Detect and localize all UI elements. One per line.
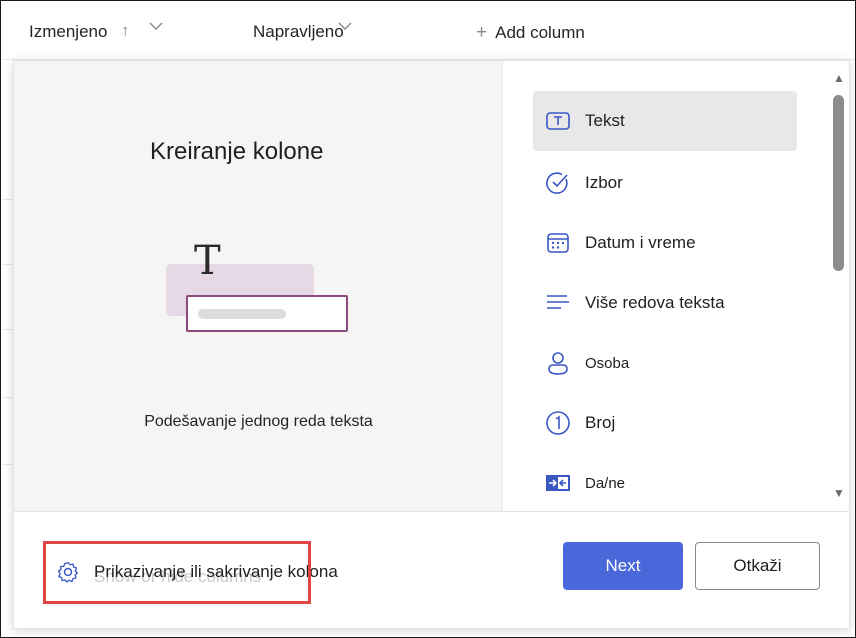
- plus-icon: +: [476, 22, 488, 43]
- column-type-label: Tekst: [585, 111, 625, 130]
- column-type-list: Tekst Izbor Datum i vreme Više redova te…: [504, 61, 828, 511]
- app-frame: Izmenjeno ↑ Napravljeno + Add column Krei…: [0, 0, 856, 638]
- scroll-down-arrow-icon[interactable]: ▼: [832, 486, 846, 500]
- show-hide-columns-button[interactable]: Prikazivanje ili sakrivanje kolona: [56, 558, 338, 586]
- column-type-label: Izbor: [585, 173, 623, 192]
- column-type-date-time[interactable]: Datum i vreme: [533, 213, 797, 273]
- column-type-number[interactable]: Broj: [533, 393, 797, 453]
- text-glyph-icon: T: [194, 238, 221, 284]
- person-icon: [545, 350, 571, 376]
- chevron-down-icon[interactable]: [148, 18, 164, 34]
- number-icon: [545, 410, 571, 436]
- calendar-icon: [545, 230, 571, 256]
- column-header-created[interactable]: Napravljeno: [253, 22, 344, 42]
- column-header-modified[interactable]: Izmenjeno: [29, 22, 107, 42]
- panel-title: Kreiranje kolone: [150, 138, 324, 165]
- text-box-icon: [545, 108, 571, 134]
- panel-footer: Show or hide columns Prikazivanje ili sa…: [14, 511, 849, 628]
- column-type-yes-no[interactable]: Da/ne: [533, 453, 797, 511]
- column-type-label: Da/ne: [585, 474, 626, 492]
- column-type-preview: Kreiranje kolone T Podešavanje jednog re…: [14, 61, 503, 511]
- text-field-illustration: T: [164, 238, 354, 334]
- column-type-person[interactable]: Osoba: [533, 333, 797, 393]
- column-type-scrollbar[interactable]: ▲ ▼: [829, 61, 849, 511]
- scrollbar-thumb[interactable]: [833, 95, 844, 271]
- illustration-placeholder-bar: [198, 309, 286, 319]
- list-header: Izmenjeno ↑ Napravljeno + Add column: [2, 2, 855, 60]
- gear-icon: [57, 561, 79, 583]
- cancel-button[interactable]: Otkaži: [695, 542, 820, 590]
- column-type-label: Broj: [585, 413, 616, 432]
- add-column-label: Add column: [495, 23, 585, 42]
- create-column-panel: Kreiranje kolone T Podešavanje jednog re…: [13, 60, 850, 629]
- show-hide-columns-label: Prikazivanje ili sakrivanje kolona: [94, 562, 338, 581]
- column-type-multiline-text[interactable]: Više redova teksta: [533, 273, 797, 333]
- multiline-text-icon: [545, 290, 571, 316]
- illustration-input-box: [186, 295, 348, 332]
- column-type-choice[interactable]: Izbor: [533, 153, 797, 213]
- sort-ascending-icon[interactable]: ↑: [121, 21, 130, 41]
- scroll-up-arrow-icon[interactable]: ▲: [832, 71, 846, 85]
- next-button[interactable]: Next: [563, 542, 683, 590]
- column-type-label: Više redova teksta: [585, 293, 725, 312]
- column-type-label: Osoba: [585, 354, 630, 372]
- column-type-text[interactable]: Tekst: [533, 91, 797, 151]
- chevron-down-icon[interactable]: [337, 18, 353, 34]
- column-type-label: Datum i vreme: [585, 233, 696, 252]
- yes-no-toggle-icon: [545, 470, 571, 496]
- choice-check-icon: [545, 170, 571, 196]
- add-column-button[interactable]: + Add column: [476, 22, 585, 44]
- preview-description: Podešavanje jednog reda teksta: [144, 413, 373, 430]
